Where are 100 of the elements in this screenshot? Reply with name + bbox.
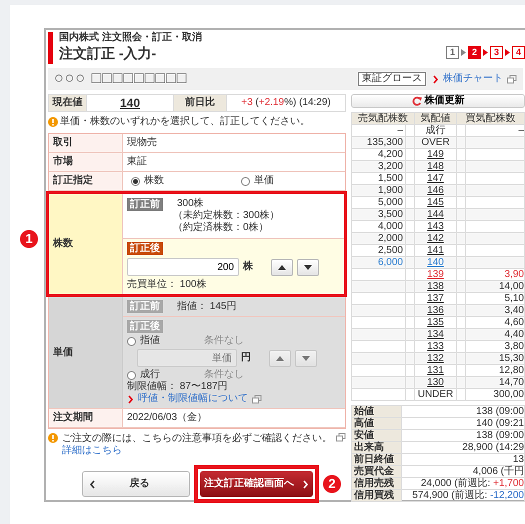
quantity-text: 300株 (177, 198, 205, 210)
detail-link[interactable]: 詳細はこちら (62, 445, 122, 456)
step-arrow-icon (483, 48, 488, 56)
radio-label: 成行 (140, 369, 160, 381)
stat-label: 出来高 (352, 442, 402, 454)
decrease-button[interactable] (297, 258, 319, 276)
stat-value: 138 (09:00 (476, 430, 524, 441)
chart-link[interactable]: 株価チャート (443, 73, 503, 85)
field-value: 2022/06/03（金） (127, 412, 208, 424)
step-arrow-icon (505, 48, 510, 56)
chevron-icon (127, 394, 134, 404)
column-header: 気配値 (414, 112, 456, 124)
callout-number: 2 (323, 475, 341, 493)
buy-quantity: 4,40 (504, 329, 524, 340)
before-badge: 訂正前 (127, 300, 163, 313)
sell-quantity: 4,000 (378, 221, 403, 232)
quantity-text: （未約定株数：300株） (173, 210, 280, 222)
warning-icon (48, 433, 58, 443)
sell-quantity: 6,000 (378, 257, 403, 268)
before-badge: 訂正前 (127, 198, 163, 211)
stat-value: 138 (09:00 (476, 406, 524, 417)
increase-button[interactable] (271, 258, 293, 276)
step-indicator: 4 (512, 46, 525, 58)
condition-text: 条件なし (204, 369, 244, 381)
buy-quantity: 3,40 (504, 305, 524, 316)
callout-number: 1 (20, 230, 38, 248)
sell-quantity: 1,500 (378, 173, 403, 184)
field-label: 単価 (49, 297, 123, 408)
field-value: 現物売 (127, 137, 157, 149)
chevron-icon (432, 74, 439, 84)
stat-value: 4,006 (千円 (472, 466, 524, 477)
unit-label: 円 (241, 352, 251, 364)
range-text: 制限値幅： 87〜187円 (127, 381, 229, 392)
sell-quantity: – (397, 125, 403, 136)
refresh-icon (412, 96, 422, 106)
buy-quantity: 14,70 (498, 377, 524, 388)
sell-quantity: 3,200 (378, 161, 403, 172)
confirm-button[interactable]: 注文訂正確認画面へ (200, 471, 313, 497)
label: 前日比 (174, 95, 227, 111)
stat-label: 信用売残 (352, 478, 402, 490)
field-label: 注文期間 (49, 409, 123, 427)
step-arrow-icon (461, 48, 466, 56)
unit-label: 株 (243, 261, 253, 273)
field-value: 東証 (127, 156, 147, 168)
notice-text: 単価・株数のいずれかを選択して、訂正してください。 (60, 116, 310, 128)
after-badge: 訂正後 (127, 242, 163, 255)
warning-icon (48, 117, 58, 127)
back-button[interactable]: 戻る (82, 471, 190, 497)
market-badge: 東証グロース (358, 72, 426, 86)
sell-quantity: 5,000 (378, 197, 403, 208)
field-label: 取引 (49, 134, 123, 152)
down-triangle-icon (304, 264, 312, 270)
buy-quantity: 300,00 (493, 389, 524, 400)
stat-label: 高値 (352, 418, 402, 430)
sell-quantity: 135,300 (366, 137, 403, 148)
radio-button[interactable] (131, 176, 140, 186)
price-text: 指値： 145円 (177, 300, 236, 312)
page-title: 注文訂正 -入力- (59, 44, 158, 62)
up-triangle-icon (276, 354, 284, 362)
stat-label: 前日終値 (352, 454, 402, 466)
down-triangle-icon (302, 354, 310, 362)
radio-label: 株数 (144, 175, 164, 187)
sell-quantity: 4,200 (378, 149, 403, 160)
new-window-icon (252, 394, 262, 404)
buy-quantity: 3,90 (504, 269, 524, 280)
sell-quantity: 2,500 (378, 245, 403, 256)
up-triangle-icon (278, 264, 286, 270)
lot-text: 売買単位： 100株 (127, 279, 208, 291)
field-label: 訂正指定 (49, 172, 123, 190)
stock-name: ○○○ □□□□□□□□□ (54, 69, 188, 89)
column-header: 売気配株数 (352, 112, 414, 124)
label: 現在値 (49, 95, 87, 111)
stat-value: 140 (09:21 (476, 418, 524, 429)
stat-value: 28,900 (14:29 (462, 442, 524, 453)
field-label: 株数 (49, 194, 123, 294)
stat-label: 信用買残 (352, 490, 402, 502)
price-label: UNDER (418, 389, 454, 400)
price-label: 成行 (426, 125, 446, 136)
caution-text: ご注文の際には、こちらの注意事項を必ずご確認ください。 詳細はこちら (62, 433, 332, 457)
after-badge: 訂正後 (127, 320, 163, 333)
radio-button[interactable] (241, 176, 250, 186)
stat-label: 売買代金 (352, 466, 402, 478)
buy-quantity: 12,80 (498, 365, 524, 376)
price-change: +3 (+2.19%) (14:29) (241, 97, 331, 109)
quantity-field[interactable]: 200 (127, 258, 239, 276)
chevron-icon (89, 480, 96, 488)
buy-quantity: – (518, 125, 524, 136)
quantity-text: （約定済株数：0株） (173, 222, 270, 234)
refresh-button[interactable]: 株価更新 (351, 94, 525, 108)
stat-value: 574,900 (前週比: -12,200 (412, 490, 524, 501)
stat-value: 13 (512, 454, 524, 465)
sell-quantity: 3,500 (378, 209, 403, 220)
buy-quantity: 15,30 (498, 353, 524, 364)
radio-label: 指値 (140, 335, 160, 347)
step-indicator: 1 (446, 46, 459, 58)
new-window-icon (336, 433, 346, 442)
stat-label: 始値 (352, 406, 402, 418)
sell-quantity: 2,000 (378, 233, 403, 244)
radio-label: 単価 (254, 175, 274, 187)
new-window-icon (507, 74, 517, 84)
